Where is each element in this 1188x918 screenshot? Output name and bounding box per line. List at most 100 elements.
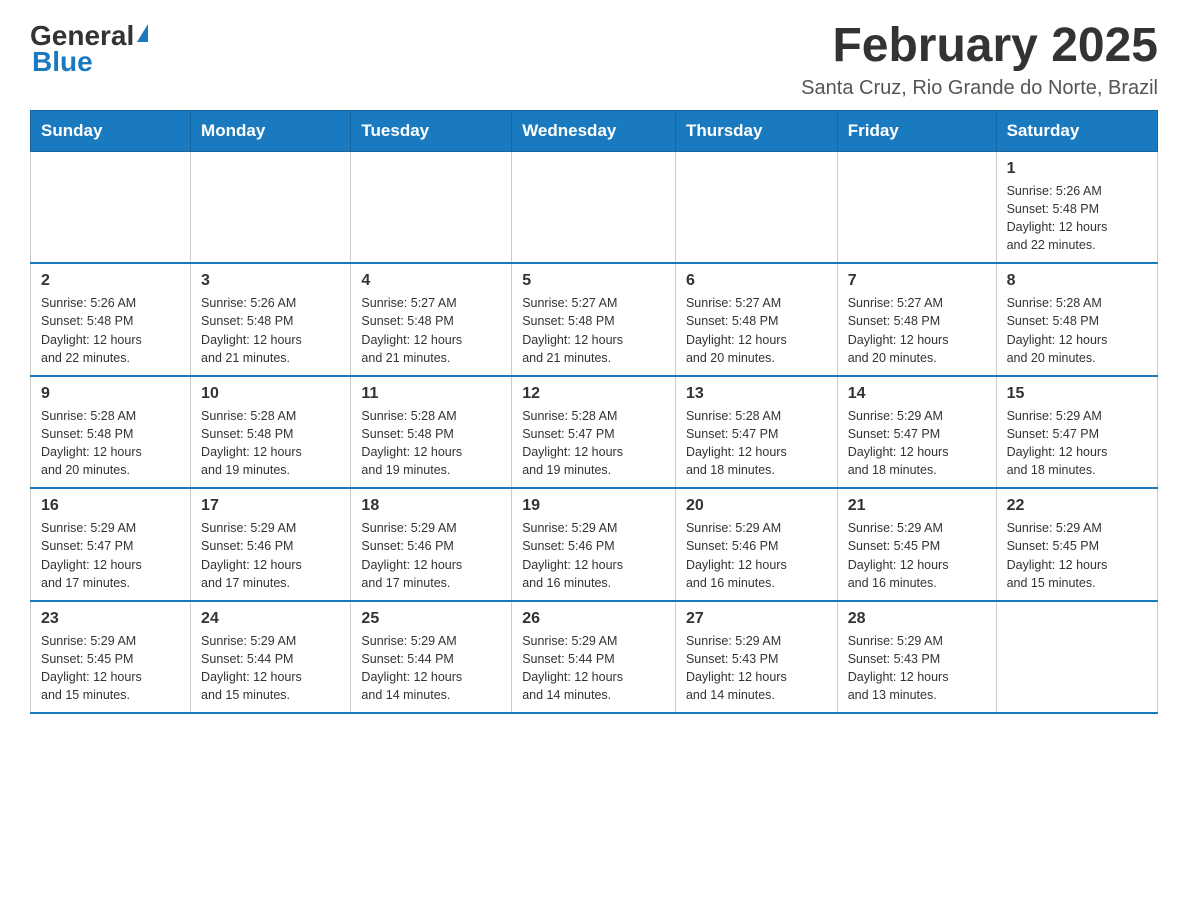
day-number: 17 <box>201 497 340 515</box>
title-block: February 2025 Santa Cruz, Rio Grande do … <box>801 20 1158 100</box>
header-day-thursday: Thursday <box>675 110 837 151</box>
calendar-cell: 24 Sunrise: 5:29 AM Sunset: 5:44 PM Dayli… <box>191 601 351 714</box>
day-info: Sunrise: 5:28 AM Sunset: 5:48 PM Dayligh… <box>201 407 340 480</box>
day-number: 23 <box>41 610 180 628</box>
calendar-cell <box>837 151 996 263</box>
calendar-cell: 23 Sunrise: 5:29 AM Sunset: 5:45 PM Dayli… <box>31 601 191 714</box>
day-info: Sunrise: 5:28 AM Sunset: 5:47 PM Dayligh… <box>522 407 665 480</box>
calendar-cell <box>191 151 351 263</box>
day-info: Sunrise: 5:29 AM Sunset: 5:43 PM Dayligh… <box>848 632 986 705</box>
day-number: 28 <box>848 610 986 628</box>
day-number: 15 <box>1007 385 1147 403</box>
day-number: 13 <box>686 385 827 403</box>
calendar-cell: 5Sunrise: 5:27 AM Sunset: 5:48 PM Daylig… <box>512 263 676 376</box>
page-header: General Blue February 2025 Santa Cruz, R… <box>30 20 1158 100</box>
calendar-table: SundayMondayTuesdayWednesdayThursdayFrid… <box>30 110 1158 715</box>
calendar-cell <box>351 151 512 263</box>
day-number: 3 <box>201 272 340 290</box>
day-info: Sunrise: 5:29 AM Sunset: 5:46 PM Dayligh… <box>522 519 665 592</box>
calendar-cell: 7 Sunrise: 5:27 AM Sunset: 5:48 PM Daylig… <box>837 263 996 376</box>
calendar-cell: 1 Sunrise: 5:26 AM Sunset: 5:48 PM Daylig… <box>996 151 1157 263</box>
day-info: Sunrise: 5:26 AM Sunset: 5:48 PM Dayligh… <box>201 294 340 367</box>
day-info: Sunrise: 5:28 AM Sunset: 5:48 PM Dayligh… <box>1007 294 1147 367</box>
day-number: 22 <box>1007 497 1147 515</box>
calendar-cell: 16 Sunrise: 5:29 AM Sunset: 5:47 PM Dayli… <box>31 488 191 601</box>
day-number: 6 <box>686 272 827 290</box>
calendar-cell: 14 Sunrise: 5:29 AM Sunset: 5:47 PM Dayli… <box>837 376 996 489</box>
calendar-cell: 20 Sunrise: 5:29 AM Sunset: 5:46 PM Dayli… <box>675 488 837 601</box>
calendar-cell: 27Sunrise: 5:29 AM Sunset: 5:43 PM Dayli… <box>675 601 837 714</box>
week-row-2: 2Sunrise: 5:26 AM Sunset: 5:48 PM Daylig… <box>31 263 1158 376</box>
logo-triangle-icon <box>137 24 148 42</box>
header-day-tuesday: Tuesday <box>351 110 512 151</box>
day-info: Sunrise: 5:29 AM Sunset: 5:47 PM Dayligh… <box>848 407 986 480</box>
day-info: Sunrise: 5:29 AM Sunset: 5:45 PM Dayligh… <box>848 519 986 592</box>
calendar-cell <box>675 151 837 263</box>
day-info: Sunrise: 5:28 AM Sunset: 5:48 PM Dayligh… <box>361 407 501 480</box>
day-number: 21 <box>848 497 986 515</box>
logo: General Blue <box>30 20 148 78</box>
day-info: Sunrise: 5:27 AM Sunset: 5:48 PM Dayligh… <box>686 294 827 367</box>
location-subtitle: Santa Cruz, Rio Grande do Norte, Brazil <box>801 77 1158 100</box>
header-day-sunday: Sunday <box>31 110 191 151</box>
month-title: February 2025 <box>801 20 1158 73</box>
calendar-cell: 19 Sunrise: 5:29 AM Sunset: 5:46 PM Dayli… <box>512 488 676 601</box>
calendar-cell: 13 Sunrise: 5:28 AM Sunset: 5:47 PM Dayli… <box>675 376 837 489</box>
day-info: Sunrise: 5:29 AM Sunset: 5:45 PM Dayligh… <box>41 632 180 705</box>
day-number: 16 <box>41 497 180 515</box>
day-number: 12 <box>522 385 665 403</box>
day-number: 1 <box>1007 160 1147 178</box>
day-number: 25 <box>361 610 501 628</box>
calendar-cell <box>31 151 191 263</box>
header-day-wednesday: Wednesday <box>512 110 676 151</box>
calendar-cell: 9Sunrise: 5:28 AM Sunset: 5:48 PM Daylig… <box>31 376 191 489</box>
calendar-cell: 6 Sunrise: 5:27 AM Sunset: 5:48 PM Daylig… <box>675 263 837 376</box>
day-number: 10 <box>201 385 340 403</box>
calendar-cell: 22 Sunrise: 5:29 AM Sunset: 5:45 PM Dayli… <box>996 488 1157 601</box>
day-number: 4 <box>361 272 501 290</box>
day-number: 14 <box>848 385 986 403</box>
calendar-cell: 18Sunrise: 5:29 AM Sunset: 5:46 PM Dayli… <box>351 488 512 601</box>
day-info: Sunrise: 5:29 AM Sunset: 5:43 PM Dayligh… <box>686 632 827 705</box>
week-row-4: 16 Sunrise: 5:29 AM Sunset: 5:47 PM Dayli… <box>31 488 1158 601</box>
day-info: Sunrise: 5:27 AM Sunset: 5:48 PM Dayligh… <box>848 294 986 367</box>
header-day-monday: Monday <box>191 110 351 151</box>
day-number: 5 <box>522 272 665 290</box>
week-row-5: 23 Sunrise: 5:29 AM Sunset: 5:45 PM Dayli… <box>31 601 1158 714</box>
day-number: 19 <box>522 497 665 515</box>
day-info: Sunrise: 5:26 AM Sunset: 5:48 PM Dayligh… <box>41 294 180 367</box>
day-number: 7 <box>848 272 986 290</box>
day-info: Sunrise: 5:29 AM Sunset: 5:44 PM Dayligh… <box>522 632 665 705</box>
calendar-cell: 11 Sunrise: 5:28 AM Sunset: 5:48 PM Dayli… <box>351 376 512 489</box>
day-info: Sunrise: 5:29 AM Sunset: 5:44 PM Dayligh… <box>201 632 340 705</box>
day-info: Sunrise: 5:29 AM Sunset: 5:46 PM Dayligh… <box>686 519 827 592</box>
header-day-friday: Friday <box>837 110 996 151</box>
day-info: Sunrise: 5:28 AM Sunset: 5:48 PM Dayligh… <box>41 407 180 480</box>
header-row: SundayMondayTuesdayWednesdayThursdayFrid… <box>31 110 1158 151</box>
calendar-cell <box>512 151 676 263</box>
calendar-cell: 8 Sunrise: 5:28 AM Sunset: 5:48 PM Daylig… <box>996 263 1157 376</box>
calendar-cell: 26 Sunrise: 5:29 AM Sunset: 5:44 PM Dayli… <box>512 601 676 714</box>
day-number: 20 <box>686 497 827 515</box>
day-info: Sunrise: 5:26 AM Sunset: 5:48 PM Dayligh… <box>1007 182 1147 255</box>
day-info: Sunrise: 5:29 AM Sunset: 5:46 PM Dayligh… <box>201 519 340 592</box>
header-day-saturday: Saturday <box>996 110 1157 151</box>
calendar-cell: 2Sunrise: 5:26 AM Sunset: 5:48 PM Daylig… <box>31 263 191 376</box>
day-number: 11 <box>361 385 501 403</box>
calendar-cell: 17 Sunrise: 5:29 AM Sunset: 5:46 PM Dayli… <box>191 488 351 601</box>
week-row-3: 9Sunrise: 5:28 AM Sunset: 5:48 PM Daylig… <box>31 376 1158 489</box>
calendar-cell: 15Sunrise: 5:29 AM Sunset: 5:47 PM Dayli… <box>996 376 1157 489</box>
calendar-cell <box>996 601 1157 714</box>
day-info: Sunrise: 5:29 AM Sunset: 5:44 PM Dayligh… <box>361 632 501 705</box>
day-number: 24 <box>201 610 340 628</box>
calendar-body: 1 Sunrise: 5:26 AM Sunset: 5:48 PM Daylig… <box>31 151 1158 713</box>
logo-blue-text: Blue <box>30 46 93 78</box>
calendar-cell: 21 Sunrise: 5:29 AM Sunset: 5:45 PM Dayli… <box>837 488 996 601</box>
day-info: Sunrise: 5:29 AM Sunset: 5:46 PM Dayligh… <box>361 519 501 592</box>
week-row-1: 1 Sunrise: 5:26 AM Sunset: 5:48 PM Daylig… <box>31 151 1158 263</box>
day-number: 8 <box>1007 272 1147 290</box>
day-number: 26 <box>522 610 665 628</box>
day-info: Sunrise: 5:28 AM Sunset: 5:47 PM Dayligh… <box>686 407 827 480</box>
day-info: Sunrise: 5:29 AM Sunset: 5:45 PM Dayligh… <box>1007 519 1147 592</box>
day-info: Sunrise: 5:29 AM Sunset: 5:47 PM Dayligh… <box>41 519 180 592</box>
